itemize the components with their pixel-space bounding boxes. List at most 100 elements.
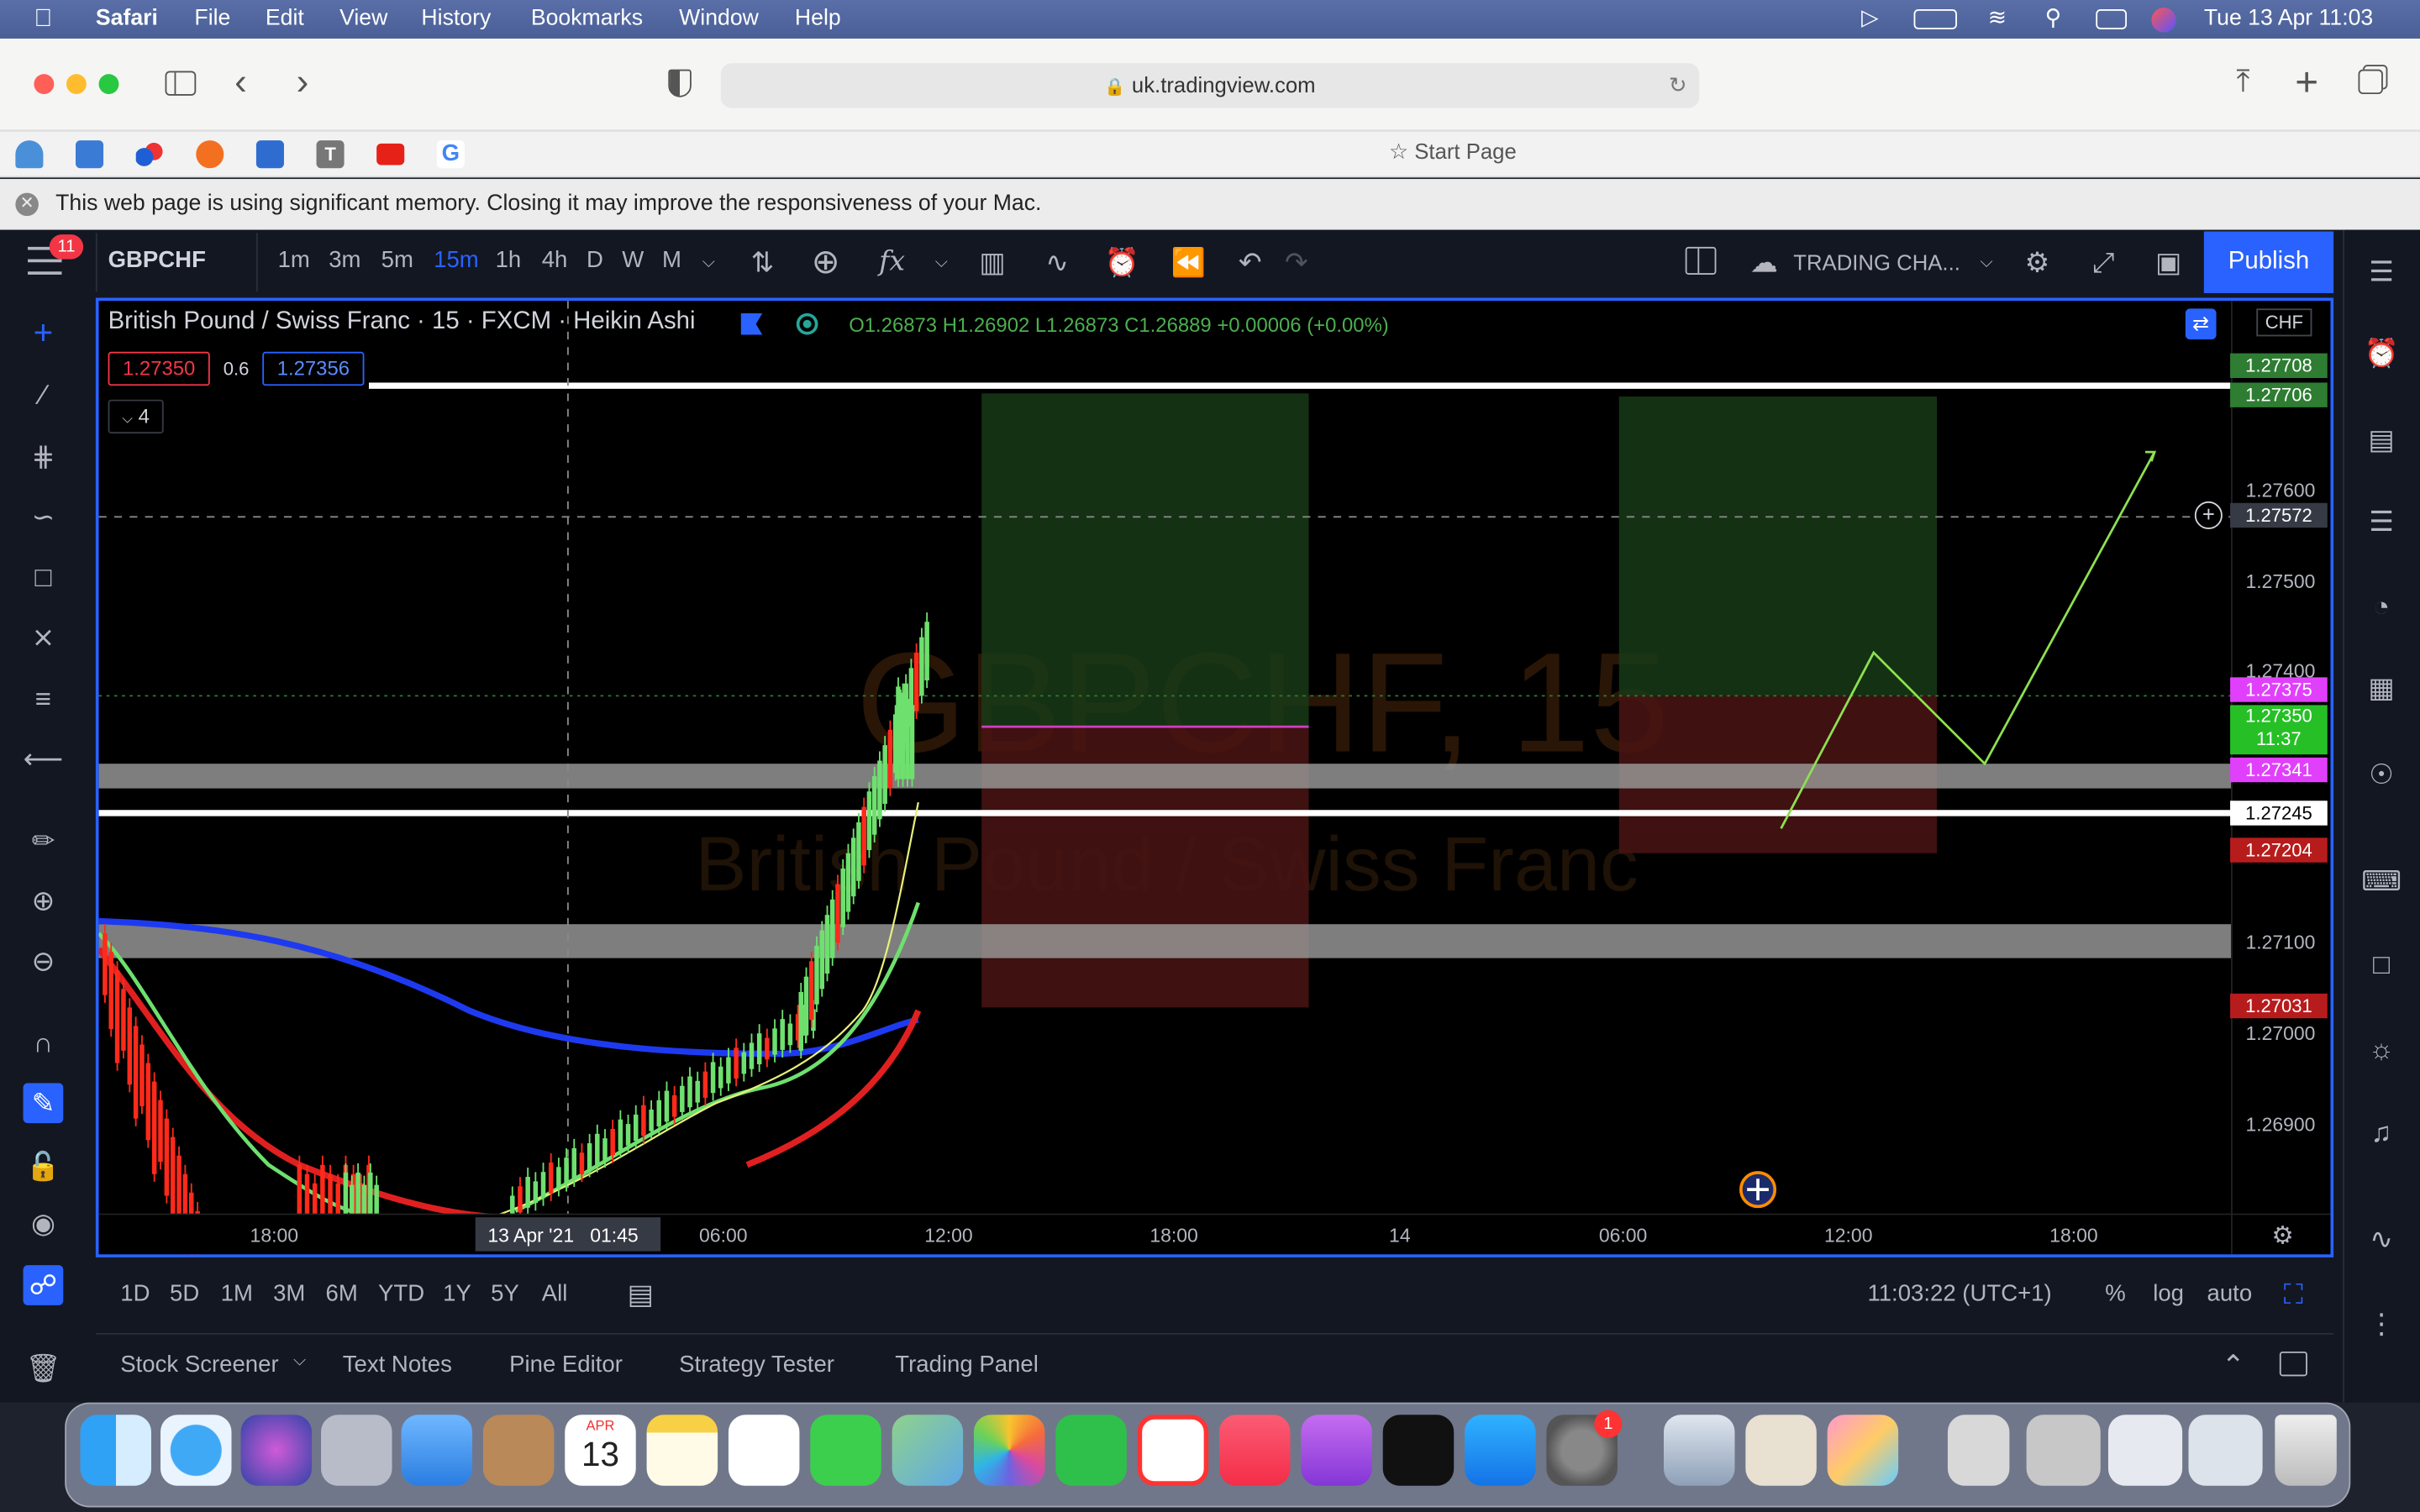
replay-icon[interactable]: ⏪	[1168, 242, 1208, 282]
dock-calendar-icon[interactable]: APR 13	[565, 1415, 636, 1486]
symbol-search[interactable]: GBPCHF	[108, 247, 206, 273]
dots-grid-icon[interactable]: ⋮	[2361, 1304, 2402, 1344]
play-icon[interactable]: ▷	[1861, 6, 1878, 30]
add-alert-icon[interactable]: +	[2194, 501, 2223, 529]
chevron-down-icon[interactable]: ⌵	[922, 242, 962, 282]
pie-icon[interactable]: ◔	[2361, 586, 2402, 627]
range-3m[interactable]: 3M	[273, 1280, 305, 1306]
dock-facetime-icon[interactable]	[1055, 1415, 1127, 1486]
dock-screenshot3-icon[interactable]	[2188, 1415, 2263, 1486]
interval-1m[interactable]: 1m	[278, 247, 310, 273]
sync-icon[interactable]: ⇄	[2185, 308, 2217, 340]
lightbulb-icon[interactable]: ☼	[2361, 1029, 2402, 1069]
interval-15m[interactable]: 15m	[434, 247, 479, 273]
trend-icon[interactable]: ∿	[2361, 1219, 2402, 1259]
chevron-down-icon[interactable]: ⌵	[702, 253, 715, 273]
watchlist-icon[interactable]: ☰	[2361, 251, 2402, 291]
dock-news-icon[interactable]	[1137, 1415, 1209, 1486]
data-window-icon[interactable]: ▤	[2361, 420, 2402, 460]
dismiss-warning-icon[interactable]: ✕	[15, 192, 39, 217]
tab-trading-panel[interactable]: Trading Panel	[895, 1352, 1039, 1378]
menu-view[interactable]: View	[339, 6, 387, 30]
chart-canvas[interactable]: GBPCHF, 15 British Pound / Swiss Franc	[95, 297, 2334, 1257]
calendar-icon[interactable]: ▦	[2361, 668, 2402, 708]
alert-icon[interactable]: ⏰	[1102, 242, 1142, 282]
chevron-up-icon[interactable]: ⌃	[2213, 1346, 2254, 1386]
camera-icon[interactable]: ▣	[2149, 242, 2189, 282]
wifi-icon[interactable]: ≋	[1988, 6, 2007, 30]
pitchfork-icon[interactable]: ⋕	[24, 437, 64, 477]
interval-3m[interactable]: 3m	[329, 247, 360, 273]
tab-text-notes[interactable]: Text Notes	[343, 1352, 452, 1378]
magnet-icon[interactable]: ∩	[24, 1023, 64, 1063]
interval-4h[interactable]: 4h	[542, 247, 568, 273]
range-1y[interactable]: 1Y	[443, 1280, 471, 1306]
chat-icon[interactable]: ⌨	[2361, 861, 2402, 901]
position2-profit-zone[interactable]	[1618, 396, 1938, 696]
lock-drawings-icon[interactable]: 🔓	[24, 1147, 64, 1187]
fullscreen-icon[interactable]: ⤢	[2084, 242, 2124, 282]
forward-icon[interactable]: ›	[297, 61, 309, 104]
tab-strategy-tester[interactable]: Strategy Tester	[679, 1352, 834, 1378]
range-1d[interactable]: 1D	[120, 1280, 150, 1306]
dock-screenshot-icon[interactable]	[2026, 1415, 2101, 1486]
crosshair-icon[interactable]: +	[24, 313, 64, 354]
dock-messages-icon[interactable]	[810, 1415, 881, 1486]
dock-launchpad-icon[interactable]	[321, 1415, 392, 1486]
undo-icon[interactable]: ↶	[1230, 242, 1270, 282]
tab-stock-screener[interactable]: Stock Screener	[120, 1352, 278, 1378]
range-1m[interactable]: 1M	[221, 1280, 253, 1306]
dock-siri-icon[interactable]	[240, 1415, 313, 1486]
dock-music-icon[interactable]	[1219, 1415, 1291, 1486]
app-menu[interactable]: Safari	[96, 6, 158, 30]
privacy-shield-icon[interactable]	[668, 69, 692, 97]
fav-orange-icon[interactable]	[196, 140, 224, 169]
dock-document-icon[interactable]	[1947, 1415, 2010, 1486]
settings-gear-icon[interactable]: ⚙	[2018, 242, 2058, 282]
fav-t-icon[interactable]: T	[316, 140, 345, 169]
chevron-down-icon[interactable]: ⌵	[293, 1352, 306, 1372]
maximize-icon[interactable]: ⛶	[2274, 1274, 2314, 1315]
start-page-tab[interactable]: ☆ Start Page	[1389, 139, 1517, 165]
dock-finder-icon[interactable]	[80, 1415, 151, 1486]
panel-maximize-icon[interactable]	[2279, 1351, 2307, 1377]
compare-icon[interactable]: ⊕	[806, 242, 846, 282]
zone-band-upper[interactable]	[98, 764, 2232, 789]
redo-icon[interactable]: ↷	[1276, 242, 1317, 282]
dock-screenshot2-icon[interactable]	[2107, 1415, 2183, 1486]
dock-grapher-icon[interactable]	[1827, 1415, 1899, 1486]
dock-photos-icon[interactable]	[973, 1415, 1045, 1486]
menu-help[interactable]: Help	[795, 6, 841, 30]
spotlight-icon[interactable]: ⚲	[2045, 6, 2062, 30]
interval-m[interactable]: M	[662, 247, 681, 273]
dock-appstore-icon[interactable]	[1465, 1415, 1536, 1486]
address-bar[interactable]: 🔒 uk.tradingview.com ↻	[720, 63, 1700, 108]
fav-dots-icon[interactable]	[135, 140, 164, 169]
apple-icon[interactable]: 	[34, 6, 52, 34]
dock-trash-icon[interactable]	[2275, 1415, 2337, 1486]
dock-tv-icon[interactable]	[1382, 1415, 1455, 1486]
control-center-icon[interactable]	[2096, 9, 2128, 29]
trash-icon[interactable]: 🗑	[24, 1348, 64, 1389]
dock-colorsync-icon[interactable]	[1745, 1415, 1817, 1486]
zoom-window-button[interactable]	[98, 74, 119, 95]
menu-bookmarks[interactable]: Bookmarks	[531, 6, 643, 30]
scale-percent[interactable]: %	[2105, 1280, 2126, 1306]
dock-maps-icon[interactable]	[892, 1415, 964, 1486]
messages-icon[interactable]: □	[2361, 944, 2402, 984]
hide-drawings-icon[interactable]: ◉	[24, 1204, 64, 1244]
new-tab-icon[interactable]: +	[2295, 59, 2318, 107]
dock-notes-icon[interactable]	[646, 1415, 718, 1486]
menu-history[interactable]: History	[421, 6, 491, 30]
fav-google-icon[interactable]: G	[436, 140, 465, 169]
financials-icon[interactable]: ▥	[972, 242, 1013, 282]
sell-button[interactable]: 1.27350	[108, 351, 210, 386]
scale-auto[interactable]: auto	[2207, 1280, 2253, 1306]
chart-clock[interactable]: 11:03:22 (UTC+1)	[1867, 1280, 2051, 1306]
battery-icon[interactable]	[1913, 9, 1957, 29]
fav-cloud-icon[interactable]	[15, 140, 44, 169]
siri-icon[interactable]	[2151, 8, 2176, 33]
interval-w[interactable]: W	[622, 247, 644, 273]
bell-icon[interactable]: ♫	[2361, 1112, 2402, 1152]
menu-file[interactable]: File	[194, 6, 230, 30]
